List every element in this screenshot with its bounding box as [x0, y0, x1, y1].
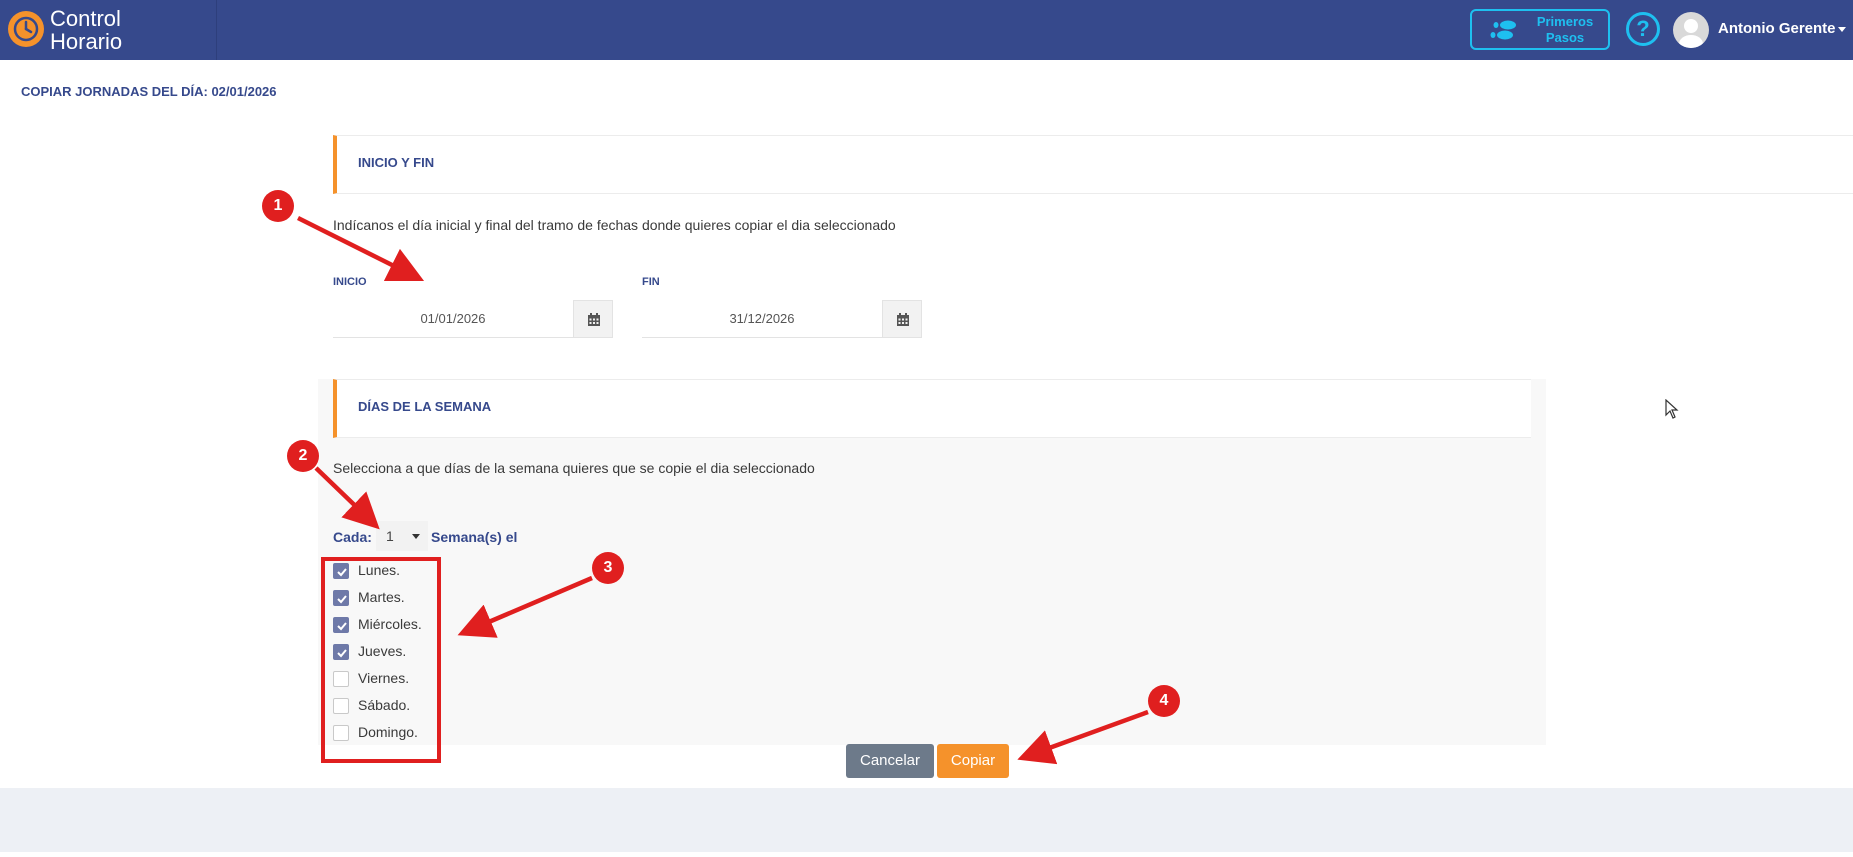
logo-line-2: Horario	[50, 29, 123, 54]
every-weeks-value: 1	[386, 528, 394, 544]
calendar-icon	[897, 313, 909, 326]
end-date-label: FIN	[642, 276, 660, 288]
annotation-marker-1: 1	[262, 190, 294, 222]
every-weeks-select[interactable]: 1	[376, 521, 428, 551]
avatar[interactable]	[1673, 12, 1709, 48]
weeks-label: Semana(s) el	[431, 529, 518, 545]
section-title-weekdays: DÍAS DE LA SEMANA	[358, 399, 492, 414]
annotation-marker-2: 2	[287, 440, 319, 472]
chevron-down-icon	[412, 534, 420, 539]
start-date-label: INICIO	[333, 276, 367, 288]
page-title: COPIAR JORNADAS DEL DÍA: 02/01/2026	[21, 84, 277, 99]
every-label: Cada:	[333, 529, 372, 545]
start-date-input[interactable]: 01/01/2026	[333, 300, 573, 338]
help-icon[interactable]: ?	[1626, 12, 1660, 46]
footprints-icon	[1490, 20, 1516, 40]
calendar-icon	[588, 313, 600, 326]
section-header-weekdays: DÍAS DE LA SEMANA	[333, 379, 1531, 438]
logo-line-1: Control	[50, 6, 121, 31]
end-date-input[interactable]: 31/12/2026	[642, 300, 882, 338]
annotation-highlight-box	[321, 557, 441, 763]
copy-button[interactable]: Copiar	[937, 744, 1009, 778]
weekday-description: Selecciona a que días de la semana quier…	[333, 460, 815, 476]
logo-text: Control Horario	[50, 7, 122, 53]
clock-icon	[8, 11, 44, 47]
section-title-range: INICIO Y FIN	[358, 155, 435, 170]
first-steps-line-2: Pasos	[1545, 30, 1585, 45]
footer	[0, 788, 1853, 852]
user-menu-name[interactable]: Antonio Gerente	[1718, 20, 1836, 37]
first-steps-label: Primeros Pasos	[1526, 14, 1604, 46]
first-steps-line-1: Primeros	[1536, 14, 1594, 29]
first-steps-button[interactable]: Primeros Pasos	[1470, 9, 1610, 50]
top-navbar: Control Horario Primeros Pasos ? Antonio…	[0, 0, 1853, 60]
cancel-button[interactable]: Cancelar	[846, 744, 934, 778]
chevron-down-icon[interactable]	[1838, 27, 1846, 32]
logo[interactable]: Control Horario	[0, 0, 217, 60]
end-date-calendar-button[interactable]	[882, 300, 922, 338]
annotation-marker-4: 4	[1148, 685, 1180, 717]
annotation-marker-3: 3	[592, 552, 624, 584]
user-silhouette-icon	[1679, 19, 1703, 48]
range-description: Indícanos el día inicial y final del tra…	[333, 217, 896, 233]
start-date-calendar-button[interactable]	[573, 300, 613, 338]
section-header-range: INICIO Y FIN	[333, 135, 1853, 194]
mouse-cursor-icon	[1665, 399, 1679, 419]
